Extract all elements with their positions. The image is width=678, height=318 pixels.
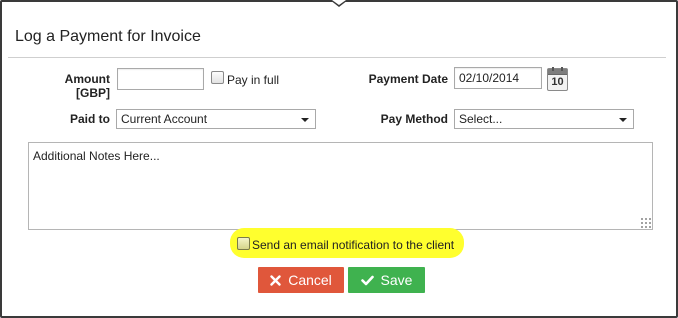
amount-label: Amount [GBP]: [64, 72, 110, 100]
payment-date-label: Payment Date: [368, 72, 448, 86]
pay-in-full-checkbox[interactable]: [211, 71, 224, 84]
paid-to-label: Paid to: [69, 112, 110, 126]
chevron-down-icon: [301, 118, 309, 122]
notes-textarea[interactable]: Additional Notes Here...: [28, 142, 653, 230]
paid-to-selected-value: Current Account: [121, 112, 208, 126]
close-icon: [270, 274, 281, 286]
cancel-button[interactable]: Cancel: [258, 267, 344, 293]
pay-method-label: Pay Method: [380, 112, 448, 126]
calendar-day: 10: [551, 76, 564, 88]
checkmark-icon: [360, 275, 374, 285]
cancel-button-label: Cancel: [288, 272, 332, 288]
email-notification-checkbox[interactable]: [237, 237, 250, 250]
calendar-icon[interactable]: 10: [547, 67, 568, 91]
email-notification-label: Send an email notification to the client: [252, 238, 455, 252]
title-divider: [8, 57, 666, 58]
chevron-down-icon: [619, 118, 627, 122]
save-button[interactable]: Save: [348, 267, 425, 293]
amount-input[interactable]: [117, 68, 204, 90]
payment-date-input[interactable]: [454, 67, 542, 89]
save-button-label: Save: [380, 272, 413, 288]
payment-dialog: Log a Payment for Invoice Amount [GBP] P…: [0, 0, 678, 318]
pay-method-selected-value: Select...: [459, 112, 503, 126]
paid-to-select[interactable]: Current Account: [116, 109, 316, 129]
resize-grip-icon[interactable]: [640, 217, 651, 228]
pay-in-full-label: Pay in full: [227, 73, 280, 87]
pay-method-select[interactable]: Select...: [454, 109, 634, 129]
dialog-pointer-arrow-inner: [332, 0, 346, 5]
dialog-title: Log a Payment for Invoice: [15, 28, 201, 45]
